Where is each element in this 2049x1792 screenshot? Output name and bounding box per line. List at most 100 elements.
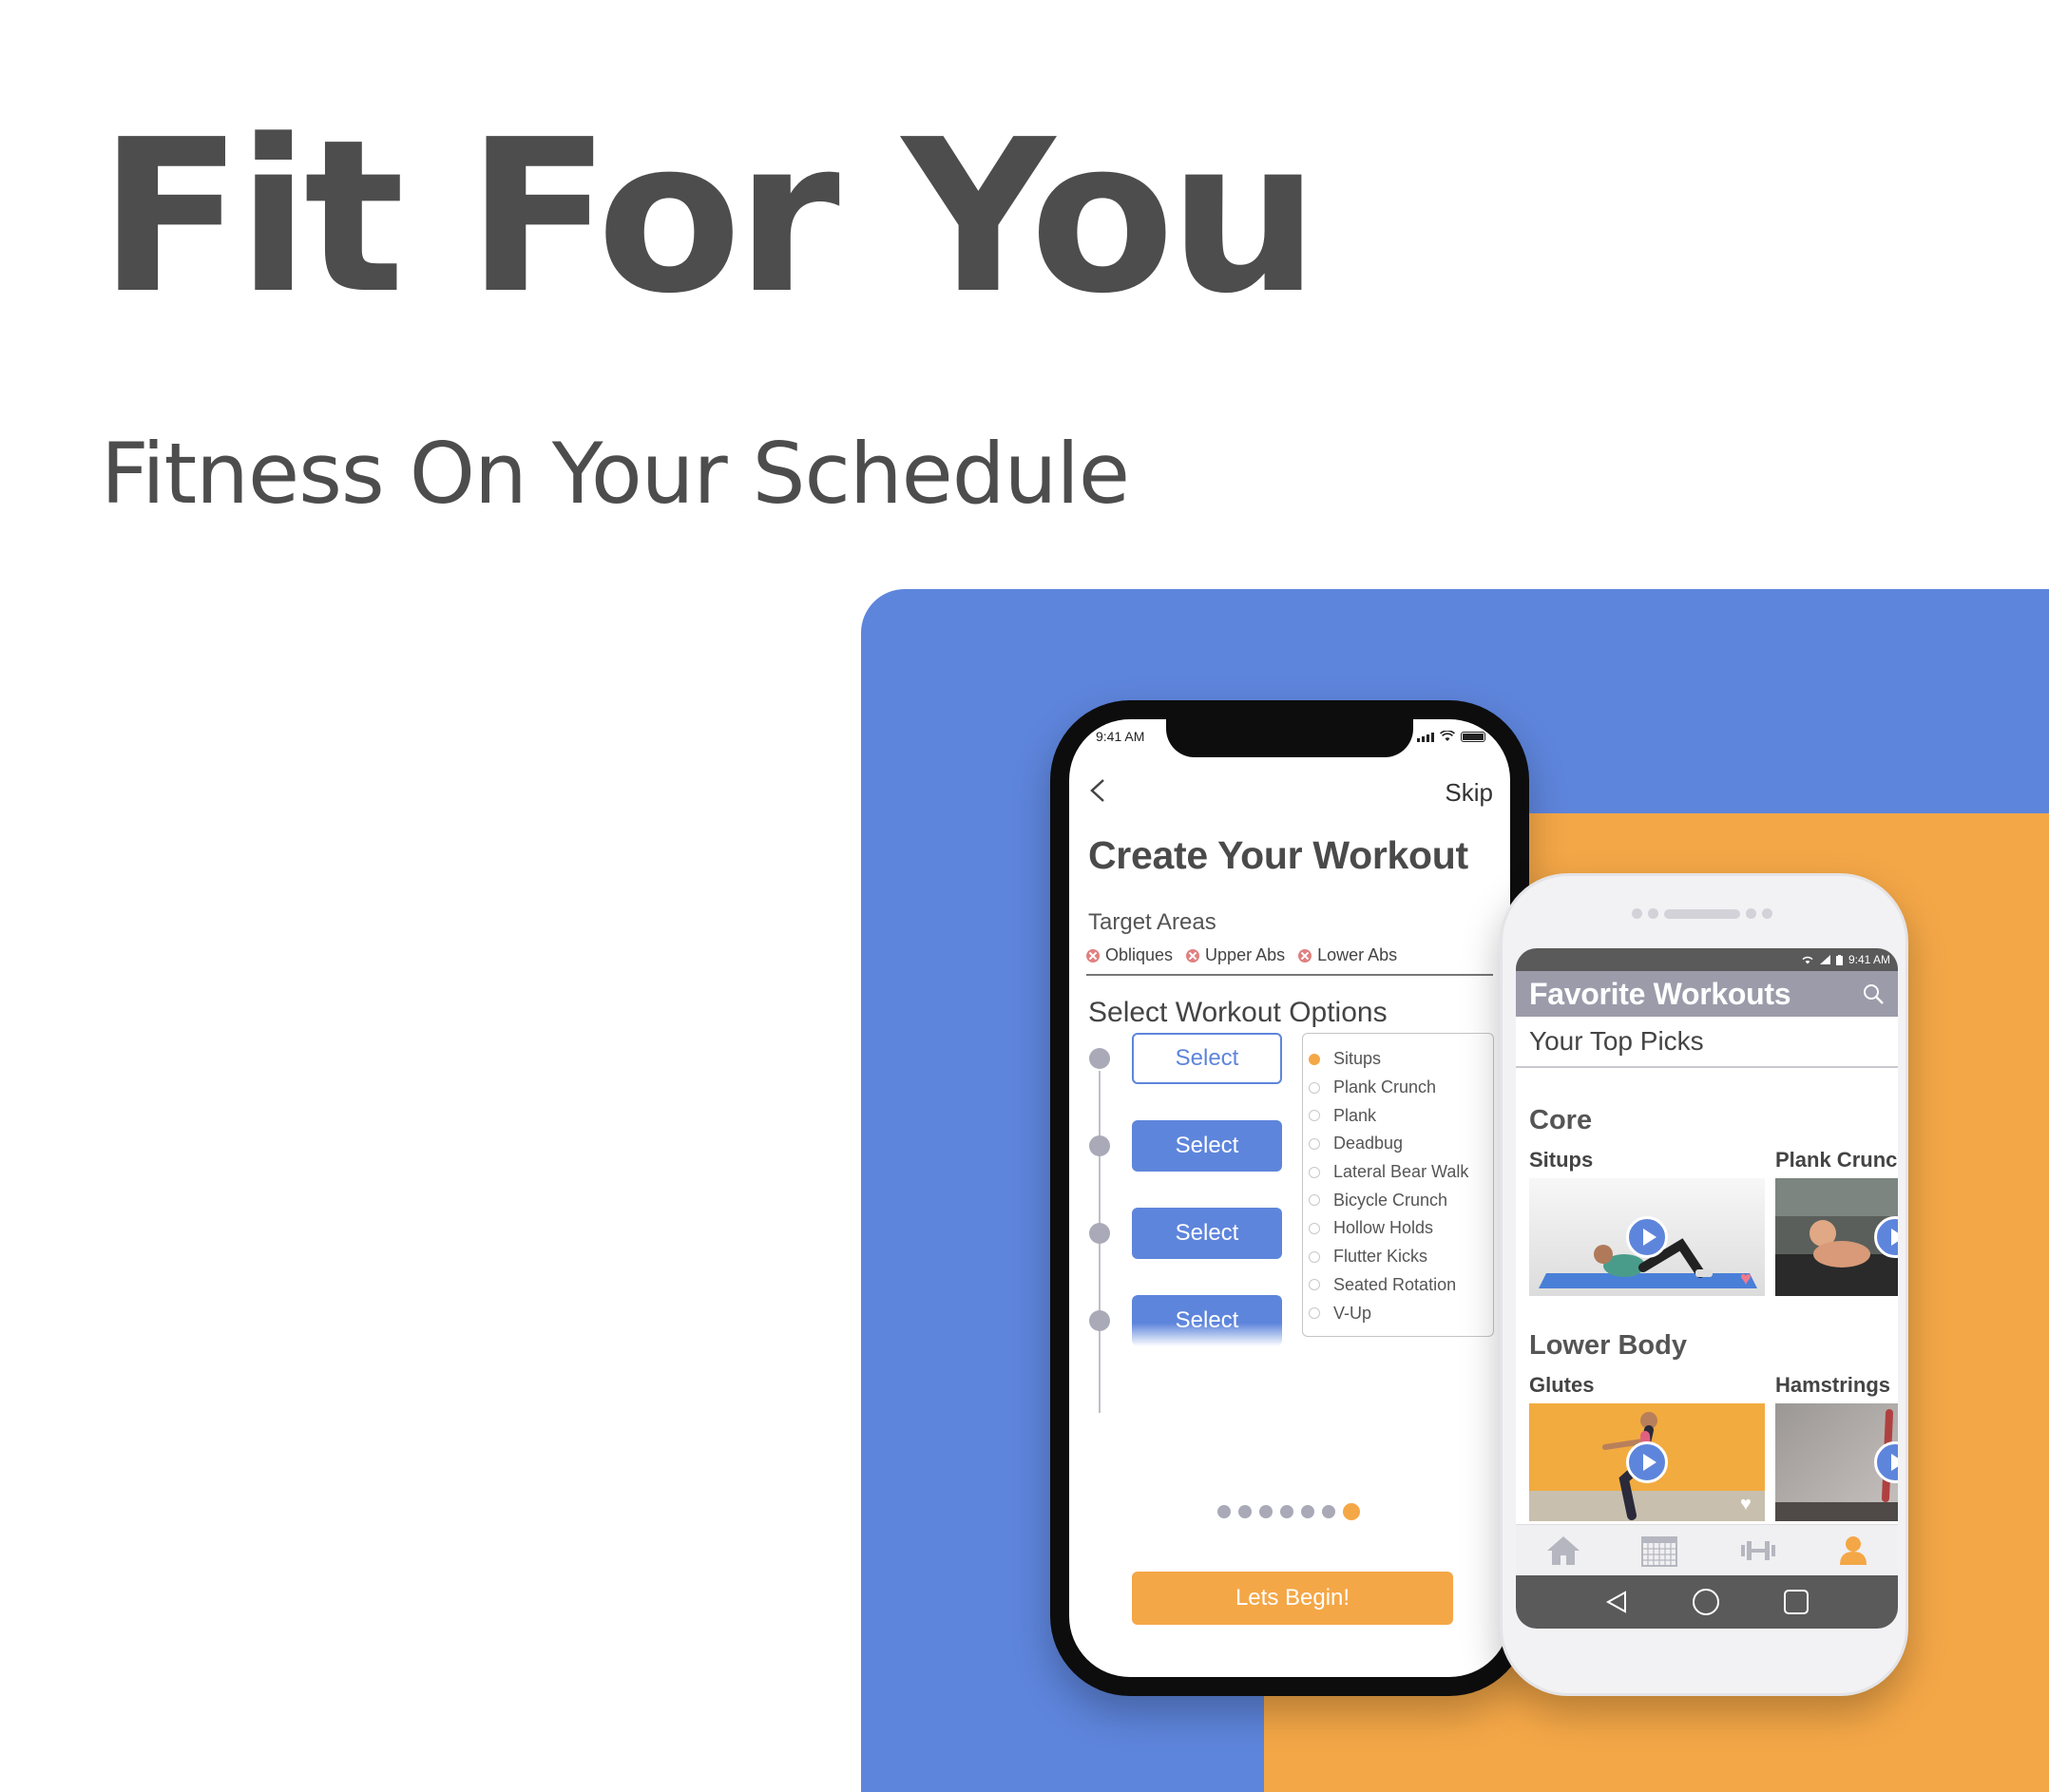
app-title: Fit For You <box>99 95 1319 340</box>
battery-icon <box>1461 732 1485 742</box>
page-title: Create Your Workout <box>1088 833 1468 877</box>
page-dot[interactable] <box>1280 1505 1293 1518</box>
radio-icon[interactable] <box>1309 1166 1320 1178</box>
home-circle-icon[interactable] <box>1692 1588 1720 1616</box>
chevron-left-icon[interactable] <box>1082 774 1115 807</box>
radio-icon[interactable] <box>1309 1081 1320 1094</box>
exercise-option-situps[interactable]: Situps <box>1303 1045 1493 1074</box>
page-dot[interactable] <box>1259 1505 1273 1518</box>
radio-selected-icon[interactable] <box>1309 1053 1320 1065</box>
section-title-core: Core <box>1529 1105 1593 1135</box>
option-label: Deadbug <box>1333 1134 1404 1153</box>
timeline-step-dot <box>1089 1223 1110 1244</box>
radio-icon[interactable] <box>1309 1194 1320 1207</box>
profile-icon[interactable] <box>1838 1535 1868 1567</box>
status-icons <box>1417 731 1485 742</box>
exercise-option-flutter-kicks[interactable]: Flutter Kicks <box>1303 1243 1493 1271</box>
top-picks-row: Your Top Picks <box>1516 1017 1898 1068</box>
android-mockup: 9:41 AM Favorite Workouts Your Top Picks… <box>1500 873 1908 1696</box>
chip-label: Obliques <box>1105 945 1174 964</box>
timeline-step-dot <box>1089 1048 1110 1069</box>
select-button-1[interactable]: Select <box>1132 1033 1282 1084</box>
dumbbell-icon[interactable] <box>1737 1539 1779 1562</box>
option-label: Lateral Bear Walk <box>1333 1162 1469 1182</box>
workout-thumbnail-glutes[interactable]: ♥ <box>1529 1403 1765 1521</box>
remove-icon[interactable] <box>1186 948 1200 963</box>
status-time: 9:41 AM <box>1848 953 1890 966</box>
exercise-option-deadbug[interactable]: Deadbug <box>1303 1130 1493 1158</box>
wifi-icon <box>1802 956 1813 964</box>
calendar-icon[interactable] <box>1640 1534 1678 1568</box>
radio-icon[interactable] <box>1309 1137 1320 1150</box>
option-label: Seated Rotation <box>1333 1274 1457 1294</box>
iphone-mockup: 9:41 AM Skip Create Your Workout Target … <box>1050 700 1529 1696</box>
system-navigation-bar <box>1516 1575 1898 1629</box>
heart-outline-icon[interactable]: ♥ <box>1740 1495 1752 1514</box>
recents-icon[interactable] <box>1783 1589 1810 1615</box>
skip-button[interactable]: Skip <box>1445 778 1493 808</box>
select-button-3[interactable]: Select <box>1132 1208 1282 1259</box>
play-icon[interactable] <box>1626 1441 1668 1483</box>
back-icon[interactable] <box>1604 1590 1629 1614</box>
option-label: Bicycle Crunch <box>1333 1190 1448 1210</box>
target-chip-upper-abs[interactable]: Upper Abs <box>1186 945 1285 965</box>
bottom-tab-bar <box>1516 1524 1898 1576</box>
app-tagline: Fitness On Your Schedule <box>101 425 1130 523</box>
divider <box>1086 974 1493 976</box>
card-title-glutes: Glutes <box>1529 1373 1595 1397</box>
radio-icon[interactable] <box>1309 1307 1320 1320</box>
exercise-option-bicycle-crunch[interactable]: Bicycle Crunch <box>1303 1186 1493 1214</box>
option-label: V-Up <box>1333 1303 1372 1323</box>
select-button-2[interactable]: Select <box>1132 1120 1282 1172</box>
exercise-option-plank[interactable]: Plank <box>1303 1101 1493 1130</box>
radio-icon[interactable] <box>1309 1110 1320 1122</box>
chip-label: Upper Abs <box>1205 945 1286 964</box>
card-title-hamstrings: Hamstrings <box>1775 1373 1891 1397</box>
option-label: Flutter Kicks <box>1333 1247 1428 1267</box>
timeline-step-dot <box>1089 1310 1110 1331</box>
screen-title: Favorite Workouts <box>1529 976 1791 1011</box>
option-label: Hollow Holds <box>1333 1218 1434 1238</box>
workout-thumbnail-hamstrings[interactable] <box>1775 1403 1898 1521</box>
battery-icon <box>1835 954 1843 965</box>
target-area-chips: Obliques Upper Abs Lower Abs <box>1086 945 1397 965</box>
radio-icon[interactable] <box>1309 1279 1320 1291</box>
target-chip-lower-abs[interactable]: Lower Abs <box>1298 945 1397 965</box>
wifi-icon <box>1440 731 1455 741</box>
page-dot[interactable] <box>1301 1505 1314 1518</box>
exercise-option-v-up[interactable]: V-Up <box>1303 1299 1493 1327</box>
cellular-signal-icon <box>1819 955 1830 964</box>
favorite-workouts-screen: 9:41 AM Favorite Workouts Your Top Picks… <box>1516 948 1898 1629</box>
target-areas-label: Target Areas <box>1088 909 1216 935</box>
target-chip-obliques[interactable]: Obliques <box>1086 945 1173 965</box>
workout-thumbnail-plank-crunch[interactable] <box>1775 1178 1898 1296</box>
heart-filled-icon[interactable]: ♥ <box>1740 1269 1752 1288</box>
exercise-option-plank-crunch[interactable]: Plank Crunch <box>1303 1074 1493 1102</box>
page-dot[interactable] <box>1238 1505 1252 1518</box>
chip-label: Lower Abs <box>1317 945 1398 964</box>
workout-options-label: Select Workout Options <box>1088 997 1388 1028</box>
exercise-option-hollow-holds[interactable]: Hollow Holds <box>1303 1214 1493 1243</box>
card-title-plank-crunch: Plank Crunc <box>1775 1148 1898 1172</box>
radio-icon[interactable] <box>1309 1222 1320 1234</box>
page-dot[interactable] <box>1322 1505 1335 1518</box>
exercise-option-seated-rotation[interactable]: Seated Rotation <box>1303 1271 1493 1300</box>
app-header: Favorite Workouts <box>1516 971 1898 1017</box>
select-button-4[interactable]: Select <box>1132 1295 1282 1346</box>
timeline-step-dot <box>1089 1135 1110 1156</box>
home-icon[interactable] <box>1545 1535 1581 1567</box>
lets-begin-button[interactable]: Lets Begin! <box>1132 1572 1453 1625</box>
remove-icon[interactable] <box>1086 948 1100 963</box>
page-dot-active[interactable] <box>1343 1503 1360 1520</box>
option-label: Plank <box>1333 1105 1377 1125</box>
phone-speaker <box>1632 908 1772 919</box>
page-dot[interactable] <box>1217 1505 1231 1518</box>
workout-thumbnail-situps[interactable]: ♥ <box>1529 1178 1765 1296</box>
search-icon[interactable] <box>1862 982 1885 1005</box>
remove-icon[interactable] <box>1298 948 1312 963</box>
radio-icon[interactable] <box>1309 1250 1320 1263</box>
option-label: Plank Crunch <box>1333 1077 1437 1097</box>
status-time: 9:41 AM <box>1096 729 1145 744</box>
play-icon[interactable] <box>1626 1216 1668 1258</box>
exercise-option-lateral-bear-walk[interactable]: Lateral Bear Walk <box>1303 1158 1493 1187</box>
